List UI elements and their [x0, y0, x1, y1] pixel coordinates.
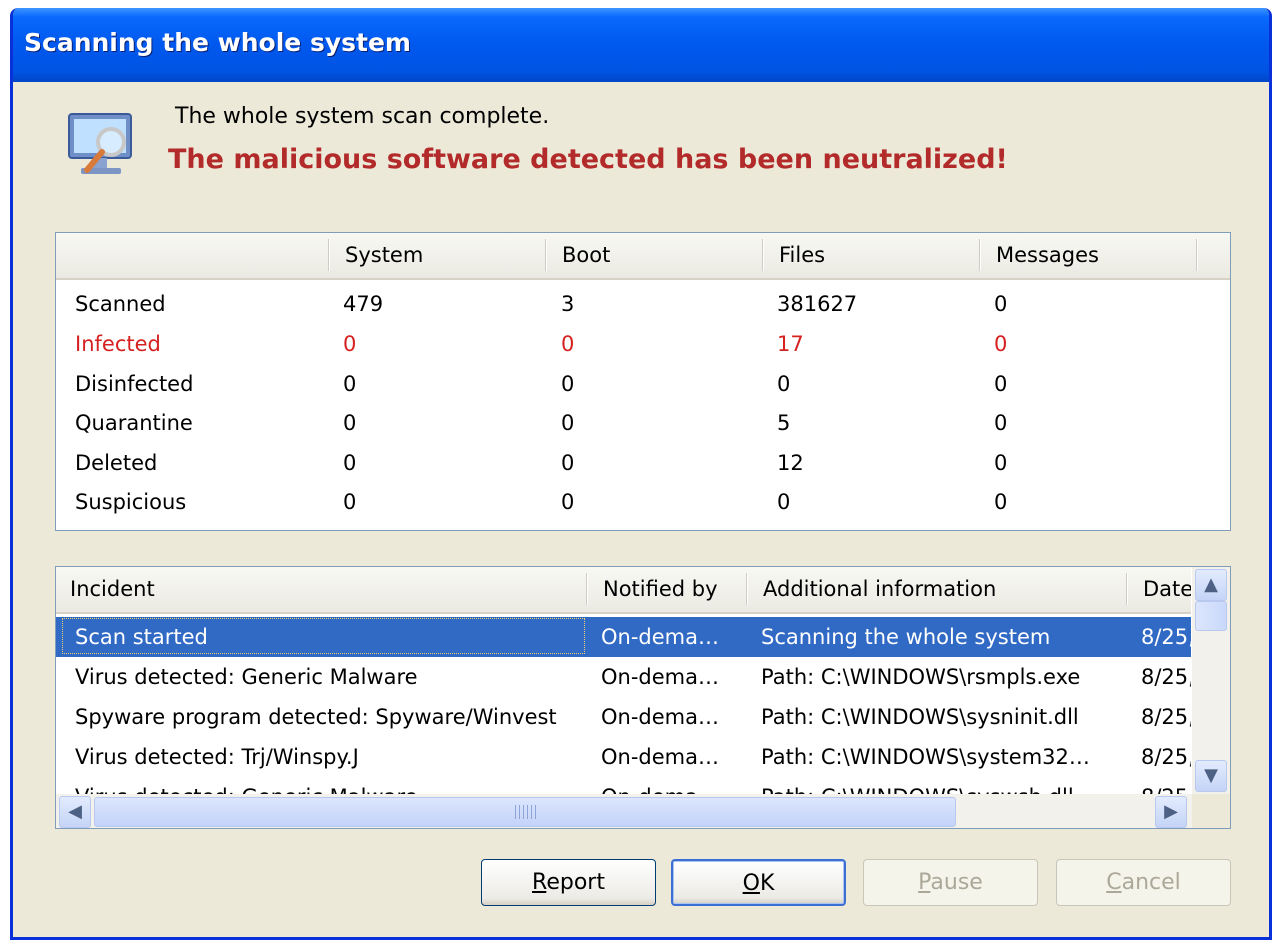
- stats-value-messages: 0: [994, 411, 1008, 435]
- additional-info-cell: Scanning the whole system: [761, 625, 1051, 649]
- incident-cell: Virus detected: Trj/Winspy.J: [75, 745, 359, 769]
- stats-value-files: 0: [777, 490, 791, 514]
- stats-value-system: 0: [343, 490, 357, 514]
- stats-row-scanned: Scanned 479 3 381627 0: [56, 284, 1230, 324]
- incident-cell: Virus detected: Generic Malware: [75, 665, 418, 689]
- horizontal-scrollbar[interactable]: ◀ ▶: [56, 794, 1192, 828]
- incident-cell: Scan started: [75, 625, 208, 649]
- stats-value-system: 0: [343, 451, 357, 475]
- stats-row-label: Deleted: [75, 451, 158, 475]
- stats-row-label: Suspicious: [75, 490, 187, 514]
- incident-list-header: Incident Notified by Additional informat…: [56, 567, 1191, 614]
- stats-row-label: Quarantine: [75, 411, 193, 435]
- stats-header-files[interactable]: Files: [762, 233, 979, 278]
- notified-by-cell: On-dema…: [601, 705, 719, 729]
- report-button[interactable]: Report: [481, 859, 656, 906]
- incident-row[interactable]: Scan started On-dema… Scanning the whole…: [56, 617, 1191, 657]
- scan-statistics-table: System Boot Files Messages Scanned 479 3…: [55, 232, 1231, 531]
- date-cell: 8/25,: [1141, 665, 1191, 689]
- incident-cell: Spyware program detected: Spyware/Winves…: [75, 705, 557, 729]
- notified-by-column-header[interactable]: Notified by: [586, 567, 746, 612]
- ok-button[interactable]: OK: [671, 859, 846, 906]
- cancel-button: Cancel: [1056, 859, 1231, 906]
- stats-row-disinfected: Disinfected 0 0 0 0: [56, 364, 1230, 404]
- additional-info-column-header[interactable]: Additional information: [746, 567, 1126, 612]
- stats-row-label: Scanned: [75, 292, 166, 316]
- stats-header-system[interactable]: System: [328, 233, 545, 278]
- title-bar[interactable]: Scanning the whole system: [13, 8, 1269, 82]
- stats-value-files: 5: [777, 411, 791, 435]
- stats-value-files: 0: [777, 372, 791, 396]
- stats-row-label: Disinfected: [75, 372, 194, 396]
- stats-value-boot: 3: [561, 292, 575, 316]
- incident-column-header[interactable]: Incident: [56, 567, 586, 612]
- pause-button: Pause: [863, 859, 1038, 906]
- date-cell: 8/25,: [1141, 625, 1191, 649]
- stats-value-files: 381627: [777, 292, 858, 316]
- scroll-right-icon[interactable]: ▶: [1155, 796, 1187, 828]
- additional-info-cell: Path: C:\WINDOWS\rsmpls.exe: [761, 665, 1081, 689]
- notified-by-cell: On-dema…: [601, 625, 719, 649]
- stats-value-boot: 0: [561, 372, 575, 396]
- date-column-header[interactable]: Date: [1126, 567, 1191, 612]
- stats-value-system: 0: [343, 332, 357, 356]
- stats-row-suspicious: Suspicious 0 0 0 0: [56, 482, 1230, 522]
- incident-row[interactable]: Virus detected: Trj/Winspy.J On-dema… Pa…: [56, 737, 1191, 777]
- scrollbar-corner: [1192, 794, 1230, 828]
- stats-value-messages: 0: [994, 490, 1008, 514]
- stats-value-boot: 0: [561, 411, 575, 435]
- stats-value-messages: 0: [994, 332, 1008, 356]
- incident-row[interactable]: Virus detected: Generic Malware On-dema……: [56, 657, 1191, 697]
- additional-info-cell: Path: C:\WINDOWS\system32…: [761, 745, 1090, 769]
- horizontal-scroll-thumb[interactable]: [94, 797, 956, 827]
- stats-header-messages[interactable]: Messages: [979, 233, 1196, 278]
- window-title: Scanning the whole system: [24, 28, 411, 57]
- vertical-scroll-thumb[interactable]: [1195, 601, 1227, 631]
- stats-row-label: Infected: [75, 332, 161, 356]
- vertical-scrollbar[interactable]: ▲ ▼: [1192, 567, 1230, 794]
- scroll-left-icon[interactable]: ◀: [59, 796, 91, 828]
- scan-dialog: Scanning the whole system The whole syst…: [10, 8, 1272, 940]
- stats-value-boot: 0: [561, 490, 575, 514]
- incident-row[interactable]: Spyware program detected: Spyware/Winves…: [56, 697, 1191, 737]
- stats-value-system: 479: [343, 292, 384, 316]
- stats-value-files: 17: [777, 332, 804, 356]
- stats-value-messages: 0: [994, 292, 1008, 316]
- scroll-down-icon[interactable]: ▼: [1195, 760, 1227, 792]
- stats-value-messages: 0: [994, 372, 1008, 396]
- stats-header-blank[interactable]: [56, 233, 328, 278]
- notified-by-cell: On-dema…: [601, 745, 719, 769]
- notified-by-cell: On-dema…: [601, 665, 719, 689]
- stats-value-system: 0: [343, 372, 357, 396]
- neutralized-alert-text: The malicious software detected has been…: [168, 144, 1008, 175]
- scroll-grip-icon: [515, 805, 537, 819]
- stats-value-files: 12: [777, 451, 804, 475]
- stats-value-messages: 0: [994, 451, 1008, 475]
- stats-row-infected: Infected 0 0 17 0: [56, 324, 1230, 364]
- additional-info-cell: Path: C:\WINDOWS\sysninit.dll: [761, 705, 1079, 729]
- stats-header-boot[interactable]: Boot: [545, 233, 762, 278]
- date-cell: 8/25,: [1141, 745, 1191, 769]
- stats-value-system: 0: [343, 411, 357, 435]
- monitor-scan-icon: [68, 113, 132, 174]
- incident-list[interactable]: Incident Notified by Additional informat…: [55, 566, 1231, 829]
- stats-value-boot: 0: [561, 451, 575, 475]
- scan-complete-text: The whole system scan complete.: [175, 104, 550, 129]
- stats-row-deleted: Deleted 0 0 12 0: [56, 443, 1230, 483]
- date-cell: 8/25,: [1141, 705, 1191, 729]
- stats-value-boot: 0: [561, 332, 575, 356]
- stats-row-quarantine: Quarantine 0 0 5 0: [56, 403, 1230, 443]
- stats-header: System Boot Files Messages: [56, 233, 1230, 280]
- scroll-up-icon[interactable]: ▲: [1195, 569, 1227, 601]
